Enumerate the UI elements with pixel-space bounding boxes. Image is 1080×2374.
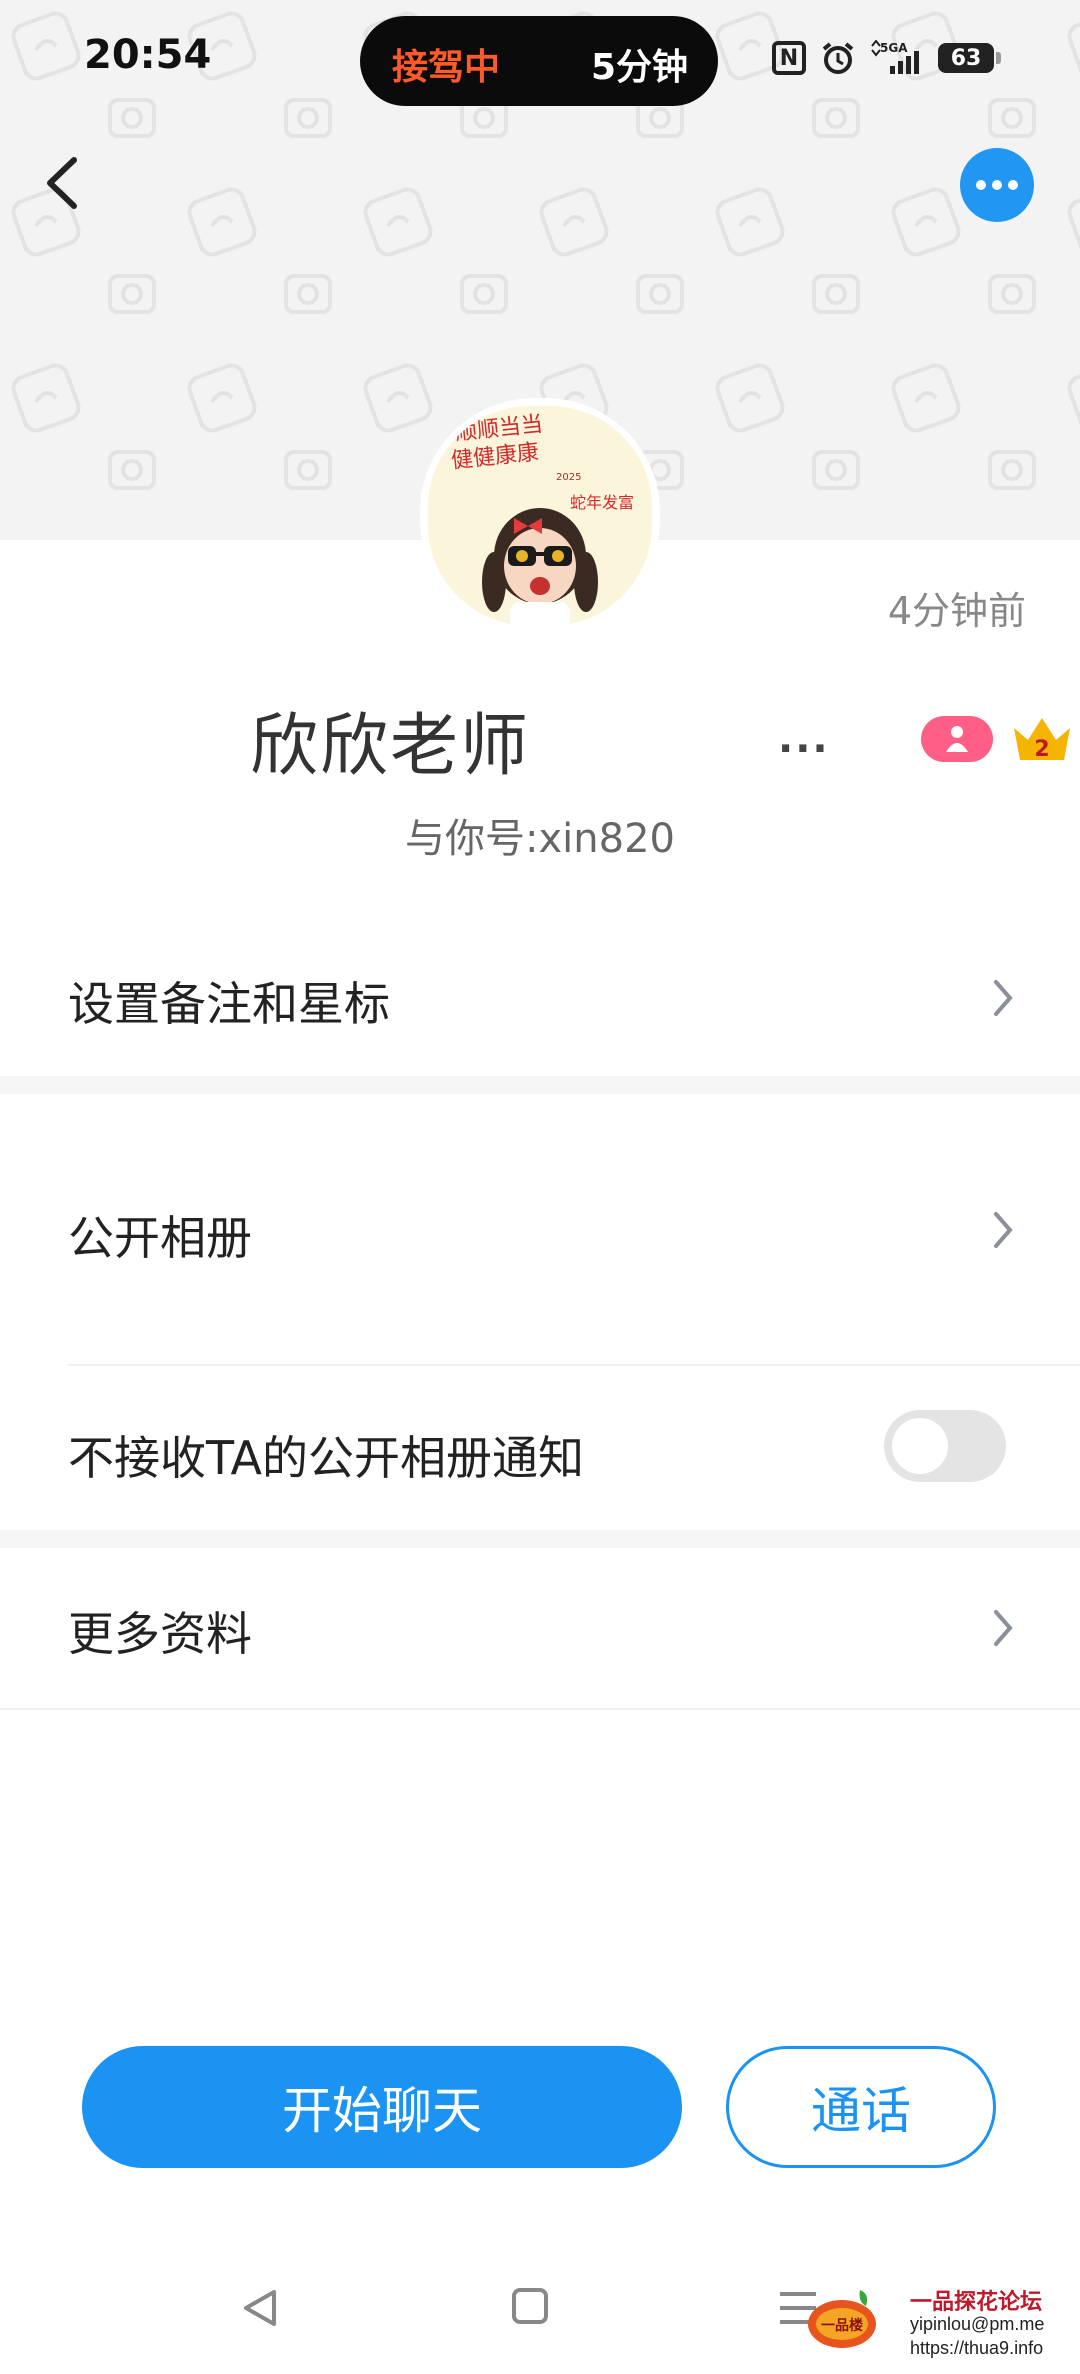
svg-text:2025: 2025 xyxy=(556,472,581,483)
status-time: 20:54 xyxy=(84,32,212,78)
nav-back-icon[interactable] xyxy=(240,2286,280,2330)
live-activity-pill[interactable]: 接驾中 5分钟 xyxy=(360,16,718,106)
status-icons: N 5GA 63 xyxy=(772,38,1001,78)
row-album-label: 公开相册 xyxy=(68,1211,252,1265)
svg-text:蛇年发富: 蛇年发富 xyxy=(570,493,634,512)
back-button[interactable] xyxy=(34,148,90,218)
watermark-url: https://thua9.info xyxy=(910,2338,1044,2358)
pill-time-text: 5分钟 xyxy=(590,47,688,88)
svg-text:一品楼: 一品楼 xyxy=(821,2317,863,2334)
watermark-title: 一品探花论坛 xyxy=(910,2289,1043,2314)
more-options-button[interactable] xyxy=(960,148,1034,222)
row-remark-star[interactable]: 设置备注和星标 xyxy=(0,924,1080,1074)
avatar-image: 顺顺当当 健健康康 2025 蛇年发富 xyxy=(428,406,652,626)
profile-name: 欣欣老师 xyxy=(250,707,531,786)
person-icon xyxy=(946,726,968,752)
no-notify-toggle[interactable] xyxy=(884,1410,1006,1482)
signal-icon: 5GA xyxy=(871,40,919,74)
row-no-notify-label: 不接收TA的公开相册通知 xyxy=(68,1431,584,1485)
watermark-email: yipinlou@pm.me xyxy=(910,2314,1045,2334)
section-divider xyxy=(0,1530,1080,1548)
ellipsis-icon xyxy=(976,180,1018,190)
row-more-info-label: 更多资料 xyxy=(68,1607,252,1661)
nav-home-icon[interactable] xyxy=(512,2288,548,2324)
alarm-icon xyxy=(822,42,854,74)
avatar-picture: 顺顺当当 健健康康 2025 蛇年发富 xyxy=(428,406,652,626)
name-ellipsis: ... xyxy=(778,716,830,762)
crown-level-badge[interactable]: 2 xyxy=(1010,710,1074,766)
row-more-info[interactable]: 更多资料 xyxy=(0,1548,1080,1708)
chevron-right-icon xyxy=(994,1212,1013,1248)
start-chat-button[interactable]: 开始聊天 xyxy=(82,2046,682,2168)
pill-status-text: 接驾中 xyxy=(392,47,501,88)
svg-text:2: 2 xyxy=(1034,737,1049,762)
chevron-right-icon xyxy=(994,1610,1013,1646)
toggle-knob xyxy=(892,1418,948,1474)
row-separator xyxy=(0,1708,1080,1710)
status-bar: 20:54 接驾中 5分钟 N 5GA 63 xyxy=(0,0,1080,120)
watermark-logo: 一品楼 xyxy=(808,2290,876,2348)
row-remark-label: 设置备注和星标 xyxy=(68,977,390,1031)
gender-badge[interactable] xyxy=(921,716,993,762)
row-public-album[interactable]: 公开相册 xyxy=(0,1094,1080,1364)
chevron-right-icon xyxy=(994,980,1013,1016)
avatar[interactable]: 顺顺当当 健健康康 2025 蛇年发富 xyxy=(420,398,660,634)
nfc-icon: N xyxy=(772,41,806,75)
battery-icon: 63 xyxy=(938,43,1001,73)
section-divider xyxy=(0,1076,1080,1094)
account-id: 与你号:xin820 xyxy=(405,816,675,862)
last-seen-text: 4分钟前 xyxy=(887,589,1026,633)
call-button[interactable]: 通话 xyxy=(726,2046,996,2168)
svg-text:5GA: 5GA xyxy=(880,41,908,55)
profile-screen: 20:54 接驾中 5分钟 N 5GA 63 顺顺当当 健健康康 2025 蛇年… xyxy=(0,0,1080,2374)
